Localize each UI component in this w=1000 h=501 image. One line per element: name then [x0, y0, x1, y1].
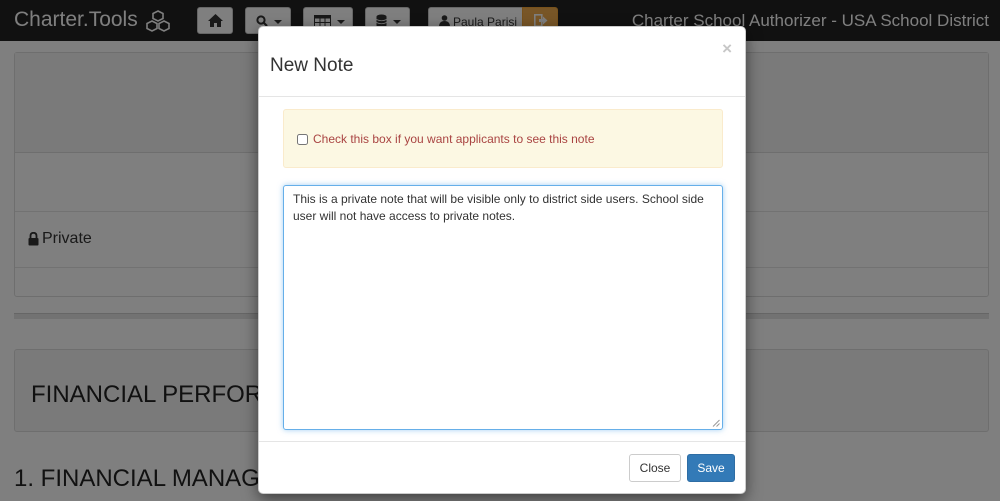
- modal-header: New Note ×: [259, 27, 745, 97]
- close-button[interactable]: Close: [629, 454, 681, 482]
- save-button[interactable]: Save: [687, 454, 735, 482]
- modal-footer-divider: [259, 441, 745, 442]
- note-textarea[interactable]: This is a private note that will be visi…: [283, 185, 723, 430]
- visibility-alert: Check this box if you want applicants to…: [283, 109, 723, 168]
- share-with-applicants-checkbox[interactable]: [297, 134, 308, 145]
- close-icon[interactable]: ×: [722, 39, 732, 59]
- share-checkbox-label[interactable]: Check this box if you want applicants to…: [313, 132, 595, 146]
- new-note-modal: New Note × Check this box if you want ap…: [258, 26, 746, 494]
- modal-title: New Note: [270, 55, 354, 76]
- resize-handle-icon[interactable]: [712, 419, 720, 427]
